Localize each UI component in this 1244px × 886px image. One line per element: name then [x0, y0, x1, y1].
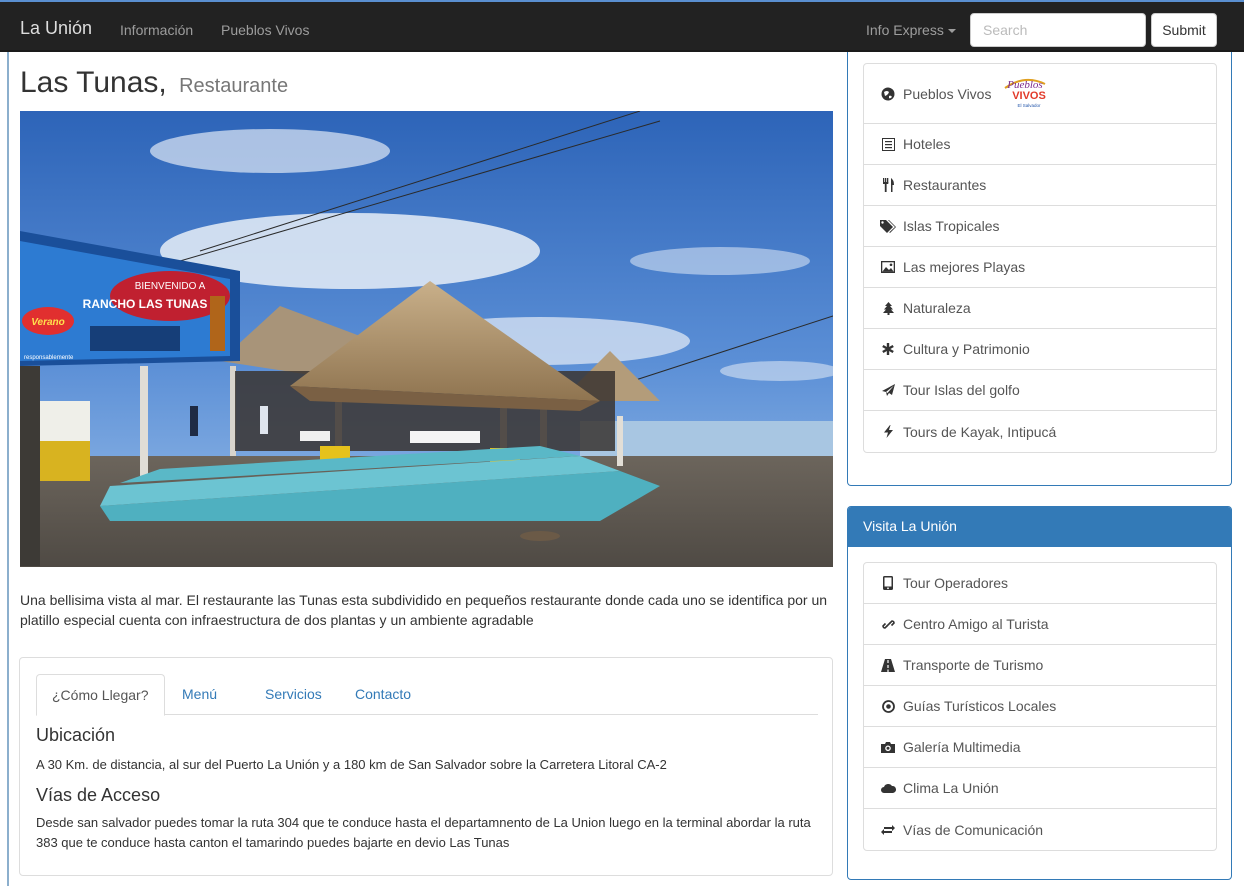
ubicacion-text: A 30 Km. de distancia, al sur del Puerto…	[36, 757, 667, 772]
nav-link-pueblos-vivos[interactable]: Pueblos Vivos	[221, 22, 309, 38]
pueblos-vivos-logo: Pueblos VIVOS El Salvador	[999, 72, 1051, 115]
sidebar-item-label: Centro Amigo al Turista	[903, 616, 1049, 632]
sign-brand-text: Verano	[31, 317, 65, 328]
page-frame-edge	[7, 0, 9, 886]
visita-list: Tour Operadores Centro Amigo al Turista …	[863, 562, 1217, 851]
tab-menu[interactable]: Menú	[167, 674, 232, 715]
picture-icon	[879, 261, 897, 273]
tab-bar: ¿Cómo Llegar? Menú Servicios Contacto	[36, 674, 818, 716]
sidebar-item-centro-amigo[interactable]: Centro Amigo al Turista	[864, 604, 1216, 645]
record-icon	[879, 699, 897, 713]
sidebar-item-label: Restaurantes	[903, 177, 987, 193]
caret-down-icon	[947, 29, 956, 34]
sign-note-text: responsablemente	[24, 355, 74, 361]
sidebar-item-label: Vías de Comunicación	[903, 821, 1044, 838]
sidebar-item-restaurantes[interactable]: Restaurantes	[864, 165, 1216, 206]
sidebar-item-naturaleza[interactable]: Naturaleza	[864, 288, 1216, 329]
tags-icon	[879, 219, 897, 233]
sidebar-item-guias[interactable]: Guías Turísticos Locales	[864, 686, 1216, 727]
info-express-dropdown[interactable]: Info Express	[866, 22, 956, 38]
sidebar-item-cultura-patrimonio[interactable]: Cultura y Patrimonio	[864, 329, 1216, 370]
transfer-icon	[879, 824, 897, 835]
sidebar-item-hoteles[interactable]: Hoteles	[864, 124, 1216, 165]
sidebar-item-label: Naturaleza	[903, 300, 971, 316]
sidebar-item-label: Guías Turísticos Locales	[903, 698, 1057, 714]
sidebar-item-label: Islas Tropicales	[903, 218, 1000, 234]
sidebar-item-label: Transporte de Turismo	[903, 657, 1044, 673]
tab-como-llegar[interactable]: ¿Cómo Llegar?	[36, 674, 165, 716]
sidebar-item-label: Tours de Kayak, Intipucá	[903, 423, 1057, 440]
visita-panel-heading: Visita La Unión	[848, 507, 1231, 547]
logo-text-country: El Salvador	[1018, 103, 1042, 108]
globe-icon	[879, 87, 897, 101]
link-icon	[879, 618, 897, 631]
sidebar-item-mejores-playas[interactable]: Las mejores Playas	[864, 247, 1216, 288]
info-tab-panel: ¿Cómo Llegar? Menú Servicios Contacto Ub…	[19, 657, 833, 876]
sidebar-item-galeria[interactable]: Galería Multimedia	[864, 727, 1216, 768]
flash-icon	[879, 425, 897, 438]
sidebar-item-label: Tour Islas del golfo	[903, 382, 1020, 398]
categories-panel: Pueblos Vivos Pueblos VIVOS El Salvador …	[847, 52, 1232, 486]
tab-servicios[interactable]: Servicios	[250, 674, 337, 715]
phone-icon	[879, 576, 897, 590]
categories-list: Pueblos Vivos Pueblos VIVOS El Salvador …	[863, 63, 1217, 453]
info-express-label: Info Express	[866, 22, 944, 38]
logo-text-vivos: VIVOS	[1013, 90, 1047, 102]
navbar-brand[interactable]: La Unión	[20, 18, 92, 39]
restaurant-description: Una bellisima vista al mar. El restauran…	[20, 592, 828, 628]
cloud-icon	[879, 783, 897, 793]
sidebar-item-tour-operadores[interactable]: Tour Operadores	[864, 563, 1216, 604]
tab-contacto[interactable]: Contacto	[340, 674, 426, 715]
search-input[interactable]	[970, 13, 1146, 47]
sidebar-item-label: Tour Operadores	[903, 575, 1009, 591]
visita-panel: Visita La Unión Tour Operadores Centro A…	[847, 506, 1232, 880]
top-navbar: La Unión Información Pueblos Vivos Info …	[0, 0, 1244, 52]
road-icon	[879, 658, 897, 672]
send-icon	[879, 384, 897, 396]
list-alt-icon	[879, 137, 897, 151]
sidebar-item-clima[interactable]: Clima La Unión	[864, 768, 1216, 809]
sidebar-item-pueblos-vivos[interactable]: Pueblos Vivos Pueblos VIVOS El Salvador	[864, 64, 1216, 124]
sidebar-item-label: Clima La Unión	[903, 780, 999, 796]
sidebar-item-vias-comunicacion[interactable]: Vías de Comunicación	[864, 809, 1216, 850]
sidebar-item-islas-tropicales[interactable]: Islas Tropicales	[864, 206, 1216, 247]
camera-icon	[879, 741, 897, 753]
cutlery-icon	[879, 178, 897, 192]
restaurant-photo: BIENVENIDO A RANCHO LAS TUNAS Verano res…	[20, 111, 833, 567]
sign-rancho-text: RANCHO LAS TUNAS	[83, 297, 208, 311]
vias-acceso-text: Desde san salvador puedes tomar la ruta …	[36, 815, 811, 850]
sidebar-item-label: Las mejores Playas	[903, 259, 1026, 275]
sign-welcome-text: BIENVENIDO A	[135, 281, 206, 292]
vias-acceso-heading: Vías de Acceso	[36, 785, 161, 805]
submit-button[interactable]: Submit	[1151, 13, 1217, 47]
sidebar-item-label: Pueblos Vivos	[903, 85, 992, 102]
sidebar-item-transporte[interactable]: Transporte de Turismo	[864, 645, 1216, 686]
sidebar-item-tour-islas[interactable]: Tour Islas del golfo	[864, 370, 1216, 411]
asterisk-icon	[879, 343, 897, 355]
sidebar-item-label: Cultura y Patrimonio	[903, 341, 1030, 357]
page-subtitle: Restaurante	[179, 75, 289, 97]
sidebar-item-label: Galería Multimedia	[903, 739, 1021, 755]
sidebar-item-tours-kayak[interactable]: Tours de Kayak, Intipucá	[864, 411, 1216, 452]
page-title-text: Las Tunas,	[20, 66, 167, 99]
nav-link-informacion[interactable]: Información	[120, 22, 193, 38]
ubicacion-heading: Ubicación	[36, 725, 116, 745]
sidebar-item-label: Hoteles	[903, 136, 951, 152]
tree-icon	[879, 301, 897, 315]
page-title: Las Tunas, Restaurante	[20, 66, 288, 100]
